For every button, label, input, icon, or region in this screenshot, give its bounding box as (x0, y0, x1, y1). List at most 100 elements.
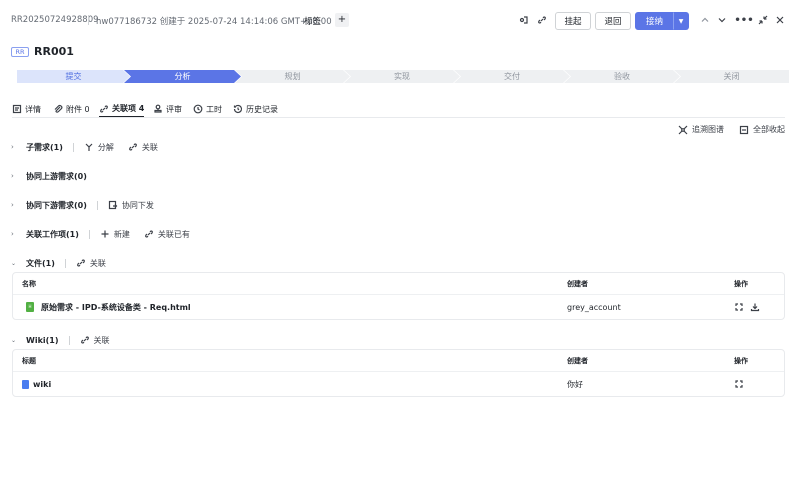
section-title[interactable]: 文件(1) (26, 258, 55, 269)
shrink-icon[interactable] (756, 13, 770, 27)
wiki-doc-icon (22, 373, 29, 395)
history-icon (233, 104, 243, 114)
column-header-creator: 创建者 (567, 356, 588, 365)
tab-history[interactable]: 历史记录 (233, 101, 278, 117)
return-button[interactable]: 退回 (595, 12, 631, 30)
chevron-right-icon[interactable]: › (11, 230, 19, 238)
tab-attachments[interactable]: 附件 0 (53, 101, 90, 117)
suspend-button[interactable]: 挂起 (555, 12, 591, 30)
section-work-items: › 关联工作项(1) 新建 关联已有 (11, 228, 204, 240)
creator-info: hw077186732 创建于 2025-07-24 14:14:06 GMT+… (96, 17, 332, 27)
chevron-right-icon[interactable]: › (11, 172, 19, 180)
tab-divider (12, 117, 785, 118)
tab-label: 评审 (166, 104, 182, 114)
link-existing-button[interactable]: 关联已有 (144, 229, 190, 240)
step-plan[interactable]: 规划 (235, 70, 350, 83)
step-label: 规划 (284, 72, 301, 81)
section-title[interactable]: 协同上游需求(0) (26, 171, 87, 182)
tab-worktime[interactable]: 工时 (193, 101, 222, 117)
divider (72, 142, 74, 152)
tab-related[interactable]: 关联项 4 (99, 101, 145, 117)
collapse-icon (739, 125, 749, 134)
step-submit[interactable]: 提交 (17, 70, 130, 83)
type-badge: RR (11, 47, 29, 57)
chevron-right-icon[interactable]: › (11, 201, 19, 209)
chevron-right-icon[interactable]: › (11, 143, 19, 151)
step-accept[interactable]: 验收 (564, 70, 680, 83)
divider (88, 229, 90, 239)
chevron-down-icon[interactable]: ⌄ (11, 337, 19, 344)
page-title: RR001 (34, 45, 74, 58)
caret-down-icon: ▼ (678, 17, 684, 25)
clock-icon (193, 104, 203, 114)
accept-dropdown-button[interactable]: ▼ (673, 12, 689, 30)
more-icon[interactable]: ••• (734, 13, 753, 27)
file-type-icon: H (26, 296, 34, 318)
step-label: 分析 (174, 72, 191, 81)
step-label: 关闭 (723, 72, 740, 81)
table-row: wiki 你好 (13, 373, 784, 395)
action-label: 协同下发 (121, 200, 154, 210)
share-icon[interactable] (517, 13, 531, 27)
accept-button[interactable]: 接纳 (635, 12, 674, 30)
trace-graph-button[interactable]: 追溯图谱 (678, 124, 724, 135)
link-icon (76, 259, 85, 267)
unlink-icon[interactable] (734, 373, 744, 395)
graph-icon (678, 125, 688, 134)
chevron-down-icon[interactable] (715, 13, 729, 27)
link-icon (128, 143, 137, 151)
action-label: 关联 (89, 258, 106, 268)
column-header-ops: 操作 (734, 279, 748, 288)
step-label: 交付 (504, 72, 520, 81)
add-tag-button[interactable]: + (335, 13, 349, 27)
section-title[interactable]: 子需求(1) (26, 142, 63, 153)
tab-label: 附件 0 (66, 104, 90, 114)
unlink-icon[interactable] (734, 296, 744, 318)
section-title[interactable]: 关联工作项(1) (26, 229, 79, 240)
column-header-name: 名称 (22, 279, 36, 288)
step-label: 验收 (614, 72, 630, 81)
section-downstream-requirements: › 协同下游需求(0) 协同下发 (11, 199, 168, 211)
close-icon[interactable] (773, 13, 787, 27)
section-wiki: ⌄ Wiki(1) 关联 (11, 334, 124, 346)
link-button[interactable]: 关联 (128, 142, 158, 153)
divider (68, 335, 70, 345)
top-bar: RR20250724928809 hw077186732 创建于 2025-07… (0, 0, 800, 40)
table-header: 标题 创建者 操作 (13, 350, 784, 372)
tab-label: 历史记录 (246, 104, 278, 114)
section-child-requirements: › 子需求(1) 分解 关联 (11, 141, 172, 153)
tag-label[interactable]: 标签 (304, 15, 321, 27)
link-icon (100, 104, 108, 113)
link-file-button[interactable]: 关联 (76, 258, 106, 269)
step-deliver[interactable]: 交付 (454, 70, 570, 83)
chevron-up-icon[interactable] (698, 13, 712, 27)
wiki-table: 标题 创建者 操作 wiki 你好 (12, 349, 785, 397)
link-icon[interactable] (535, 13, 549, 27)
step-analysis[interactable]: 分析 (124, 70, 241, 83)
collab-dispatch-button[interactable]: 协同下发 (108, 200, 154, 211)
plus-icon (101, 230, 109, 238)
section-title[interactable]: 协同下游需求(0) (26, 200, 87, 211)
step-label: 提交 (65, 72, 82, 81)
collapse-all-button[interactable]: 全部收起 (739, 124, 785, 135)
step-close[interactable]: 关闭 (674, 70, 789, 83)
link-wiki-button[interactable]: 关联 (80, 335, 110, 346)
file-name-link[interactable]: 原始需求 - IPD-系统设备类 - Req.html (41, 296, 191, 318)
column-header-creator: 创建者 (567, 279, 588, 288)
action-label: 分解 (97, 142, 114, 152)
tab-review[interactable]: 评审 (153, 101, 182, 117)
action-label: 关联 (141, 142, 158, 152)
step-implement[interactable]: 实现 (344, 70, 460, 83)
new-button[interactable]: 新建 (100, 229, 130, 240)
tab-details[interactable]: 详情 (12, 101, 41, 117)
column-header-ops: 操作 (734, 356, 748, 365)
wiki-title-link[interactable]: wiki (33, 373, 51, 395)
chevron-down-icon[interactable]: ⌄ (11, 260, 19, 267)
decompose-button[interactable]: 分解 (84, 142, 114, 153)
stamp-icon (154, 104, 162, 113)
action-label: 关联已有 (157, 229, 190, 239)
workflow-steps: 提交 分析 规划 实现 交付 验收 关闭 (17, 70, 789, 83)
section-title[interactable]: Wiki(1) (26, 336, 59, 345)
download-icon[interactable] (750, 296, 760, 318)
link-icon (80, 336, 89, 344)
